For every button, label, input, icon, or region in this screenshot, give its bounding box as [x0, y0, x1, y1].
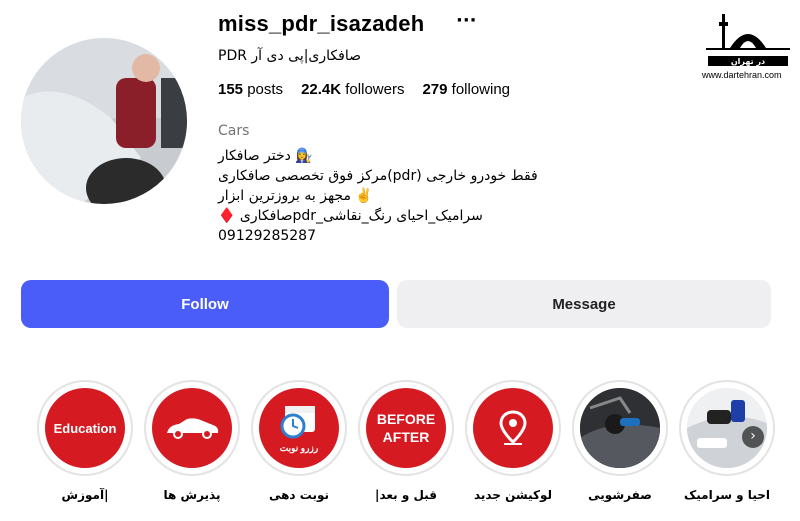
highlight-label: لوکیشن جدید	[473, 488, 553, 502]
highlight-item[interactable]: صفرشویی	[572, 380, 668, 502]
highlight-item[interactable]: BEFORE AFTER |قبل و بعد	[358, 380, 454, 502]
highlight-cover	[152, 388, 232, 468]
car-icon	[167, 418, 219, 439]
profile-category: Cars	[218, 123, 250, 139]
posts-label: posts	[247, 81, 284, 98]
profile-bio: دختر صافکار 👩‍🔧 مرکز فوق تخصصی صافکاری(p…	[218, 146, 538, 246]
highlight-label: آموزش|	[61, 488, 109, 502]
posts-stat[interactable]: 155 posts	[218, 81, 283, 98]
profile-username: miss_pdr_isazadeh	[218, 11, 425, 36]
highlight-cover-photo	[580, 388, 660, 468]
highlight-label: نوبت دهی	[268, 488, 330, 502]
before-after-cover-text: BEFORE AFTER	[376, 411, 436, 445]
highlight-cover: BEFORE AFTER	[366, 388, 446, 468]
reservation-cover-text: رزرو نوبت	[279, 443, 319, 453]
highlight-cover: Education	[45, 388, 125, 468]
followers-count: 22.4K	[301, 81, 342, 98]
highlight-ring	[679, 380, 775, 476]
highlight-label: پذیرش ها	[163, 488, 221, 502]
follow-button[interactable]: Follow	[21, 280, 389, 328]
watermark-url: www.dartehran.com	[702, 70, 782, 80]
highlight-ring	[572, 380, 668, 476]
message-button[interactable]: Message	[397, 280, 771, 328]
highlight-ring	[465, 380, 561, 476]
highlight-ring	[144, 380, 240, 476]
location-pin-icon	[499, 410, 527, 445]
highlight-ring: Education	[37, 380, 133, 476]
more-options-icon[interactable]: ···	[456, 10, 477, 31]
bio-line: مرکز فوق تخصصی صافکاری(pdr) فقط خودرو خا…	[218, 168, 538, 184]
profile-full-name: PDR صافکاری|پی دی آر	[218, 48, 361, 64]
posts-count: 155	[218, 81, 244, 98]
education-cover-text: Education	[53, 420, 117, 436]
following-count: 279	[422, 81, 448, 98]
highlight-item[interactable]: رزرو نوبت نوبت دهی	[251, 380, 347, 502]
chevron-right-icon[interactable]: ›	[742, 426, 764, 448]
calendar-clock-icon	[280, 406, 315, 439]
highlight-label: احیا و سرامیک	[684, 488, 770, 502]
highlight-label: صفرشویی	[588, 488, 652, 502]
bio-phone[interactable]: 09129285287	[218, 226, 538, 246]
highlight-cover: رزرو نوبت	[259, 388, 339, 468]
highlight-ring: رزرو نوبت	[251, 380, 347, 476]
highlight-label: |قبل و بعد	[375, 488, 437, 502]
highlight-item[interactable]: Education آموزش|	[37, 380, 133, 502]
following-stat[interactable]: 279 following	[422, 81, 510, 98]
bio-line: ♦️ صافکاریpdr_سرامیک_احیای رنگ_نقاشی	[218, 208, 483, 224]
followers-stat[interactable]: 22.4K followers	[301, 81, 404, 98]
logo-brand-text: در تهران	[731, 57, 765, 66]
highlight-cover	[473, 388, 553, 468]
bio-line: مجهز به بروزترین ابزار ✌️	[218, 188, 373, 204]
profile-avatar[interactable]	[21, 38, 187, 204]
following-label: following	[451, 81, 511, 98]
profile-stats: 155 posts 22.4K followers 279 following	[218, 81, 510, 98]
highlight-ring: BEFORE AFTER	[358, 380, 454, 476]
followers-label: followers	[345, 81, 405, 98]
highlight-item[interactable]: لوکیشن جدید	[465, 380, 561, 502]
highlight-item[interactable]: پذیرش ها	[144, 380, 240, 502]
bio-line: دختر صافکار 👩‍🔧	[218, 148, 313, 164]
